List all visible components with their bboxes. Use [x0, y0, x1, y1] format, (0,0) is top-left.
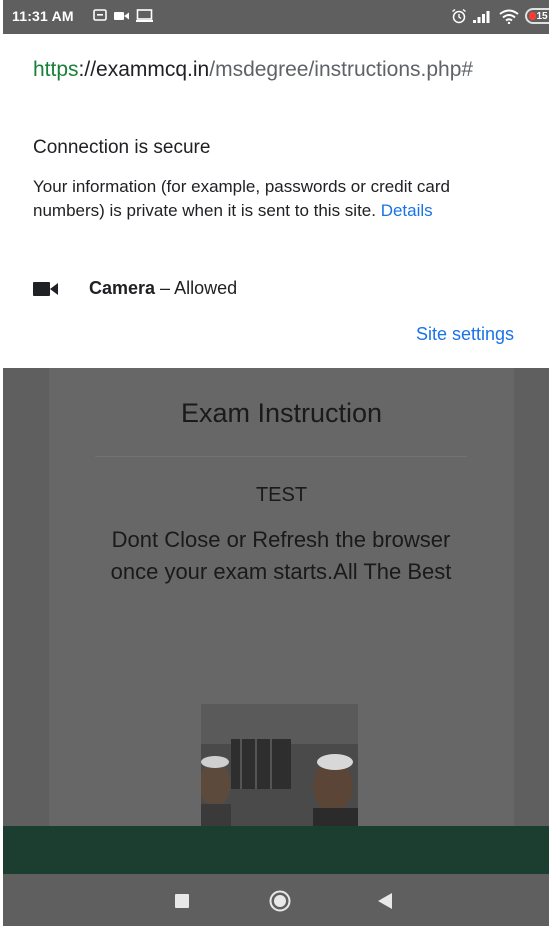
wifi-icon: [499, 9, 519, 24]
battery-level: 15: [536, 10, 548, 22]
details-link[interactable]: Details: [381, 201, 433, 220]
status-time: 11:31 AM: [12, 8, 74, 24]
bottom-action-bar: [3, 826, 549, 874]
camera-icon: [33, 281, 58, 296]
url-path: /msdegree/instructions.php#: [209, 58, 474, 81]
battery-icon: 15: [525, 8, 549, 24]
url-scheme: https: [33, 58, 79, 81]
recent-apps-button[interactable]: [175, 894, 189, 908]
url-host: ://exammcq.in: [78, 58, 210, 81]
exam-title: Exam Instruction: [180, 398, 383, 428]
page-content: Exam Instruction TEST Dont Close or Refr…: [3, 368, 549, 826]
divider: [95, 456, 467, 457]
video-icon: [114, 12, 129, 20]
permission-status: – Allowed: [155, 278, 238, 298]
camera-preview-image: [201, 704, 358, 826]
connection-status-title: Connection is secure: [33, 137, 211, 158]
android-navigation-bar: [3, 874, 549, 926]
test-label: TEST: [255, 484, 308, 506]
alarm-icon: [452, 8, 466, 24]
status-bar: 11:31 AM 15: [3, 0, 549, 34]
instruction-card: Exam Instruction TEST Dont Close or Refr…: [49, 368, 514, 826]
signal-icon: [473, 11, 490, 23]
site-settings-button[interactable]: Site settings: [416, 324, 514, 345]
exam-message: Dont Close or Refresh the browser once y…: [110, 527, 452, 584]
site-info-popup: https://exammcq.in/msdegree/instructions…: [3, 34, 549, 368]
camera-preview: [201, 704, 358, 826]
site-url: https://exammcq.in/msdegree/instructions…: [33, 54, 533, 86]
camera-permission-label: Camera – Allowed: [89, 278, 237, 299]
message-icon: [93, 9, 107, 21]
camera-permission-row[interactable]: Camera – Allowed: [33, 278, 237, 299]
permission-name: Camera: [89, 278, 156, 298]
cast-icon: [136, 9, 153, 22]
back-button[interactable]: [378, 893, 392, 909]
home-button[interactable]: [269, 890, 291, 912]
connection-description: Your information (for example, passwords…: [33, 175, 523, 223]
